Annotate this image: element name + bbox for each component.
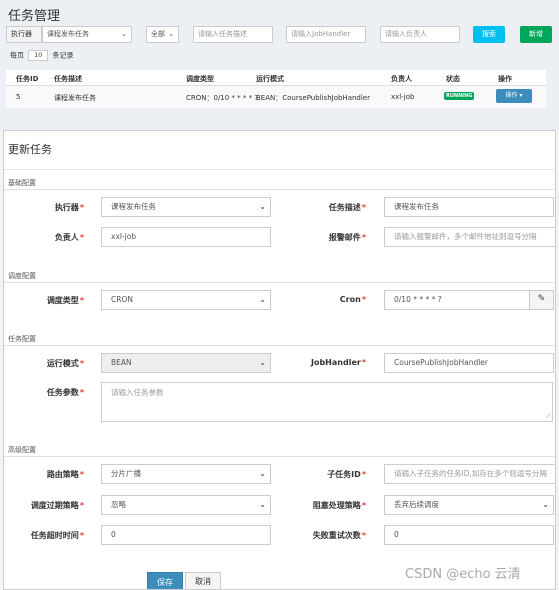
schedule-cell: CRON：0/10 * * * * ? [186, 94, 259, 102]
chevron-down-icon: ⌄ [259, 469, 266, 478]
owner-filter-input[interactable]: 请输入负责人 [380, 26, 460, 43]
per-page-prefix: 每页 [10, 51, 24, 60]
edit-icon[interactable]: ✎ [529, 291, 553, 309]
cron-label: Cron* [339, 295, 366, 304]
per-page-suffix: 条记录 [52, 51, 74, 60]
row-actions-button[interactable]: 操作 ▾ [496, 89, 532, 103]
status-filter-select[interactable]: 全部 ⌄ [146, 26, 179, 43]
filter-row: 执行器 课程发布任务 ⌄ 全部 ⌄ 请输入任务描述 请输入JobHandler 请输… [6, 26, 553, 44]
status-badge: RUNNING [444, 92, 475, 100]
divider [4, 345, 555, 346]
modal-title: 更新任务 [8, 143, 52, 156]
table-header-row: 任务ID 任务描述 调度类型 运行模式 负责人 状态 操作 [6, 70, 546, 86]
block-strategy-label: 阻塞处理策略* [312, 501, 366, 510]
chevron-down-icon: ⌄ [259, 202, 266, 211]
column-header: 调度类型 [186, 75, 214, 83]
retry-count-label: 失败重试次数* [312, 531, 366, 540]
column-header: 任务ID [16, 75, 39, 83]
task-id-cell: 5 [16, 93, 21, 101]
child-task-id-label: 子任务ID* [327, 470, 366, 479]
chevron-down-icon: ⌄ [121, 30, 127, 38]
child-task-id-input[interactable]: 请输入子任务的任务ID,如存在多个则逗号分隔 [384, 464, 555, 484]
chevron-down-icon: ⌄ [259, 358, 266, 367]
timeout-input[interactable]: 0 [101, 525, 271, 545]
owner-label: 负责人* [54, 233, 84, 242]
route-strategy-label: 路由策略* [46, 470, 84, 479]
run-mode-label: 运行模式* [46, 359, 84, 368]
add-task-button[interactable]: 新增 [520, 26, 552, 43]
divider [4, 282, 555, 283]
task-desc-filter-input[interactable]: 请输入任务描述 [193, 26, 273, 43]
divider [4, 189, 555, 190]
chevron-down-icon: ⌄ [542, 500, 549, 509]
column-header: 负责人 [391, 75, 412, 83]
misfire-strategy-label: 调度过期策略* [30, 501, 84, 510]
cancel-button[interactable]: 取消 [185, 572, 221, 589]
column-header: 任务描述 [54, 75, 82, 83]
jobhandler-filter-input[interactable]: 请输入JobHandler [286, 26, 366, 43]
section-schedule: 调度配置 [8, 272, 36, 280]
jobhandler-label: JobHandler* [310, 358, 366, 367]
schedule-type-label: 调度类型* [46, 296, 84, 305]
owner-input[interactable]: xxl-job [101, 227, 271, 247]
executor-filter-select[interactable]: 课程发布任务 ⌄ [42, 26, 132, 43]
task-desc-label: 任务描述* [328, 203, 366, 212]
section-advanced: 高级配置 [8, 446, 36, 454]
cron-input[interactable]: 0/10 * * * * ? ✎ [384, 290, 554, 310]
column-header: 状态 [446, 75, 460, 83]
owner-cell: xxl-job [391, 93, 415, 101]
divider [4, 456, 555, 457]
executor-filter-label: 执行器 [6, 26, 42, 43]
block-strategy-select[interactable]: 丢弃后续调度 ⌄ [384, 495, 554, 515]
section-basic: 基础配置 [8, 179, 36, 187]
task-desc-cell: 课程发布任务 [54, 94, 96, 102]
timeout-label: 任务超时时间* [30, 531, 84, 540]
run-mode-select[interactable]: BEAN ⌄ [101, 353, 271, 373]
alarm-email-input[interactable]: 请输入报警邮件，多个邮件地址则逗号分隔 [384, 227, 555, 247]
section-task: 任务配置 [8, 335, 36, 343]
misfire-strategy-select[interactable]: 忽略 ⌄ [101, 495, 271, 515]
task-desc-input[interactable]: 课程发布任务 [384, 197, 554, 217]
page-title: 任务管理 [8, 9, 61, 24]
executor-select[interactable]: 课程发布任务 ⌄ [101, 197, 271, 217]
chevron-down-icon: ⌄ [168, 30, 174, 38]
chevron-down-icon: ⌄ [259, 295, 266, 304]
resize-handle-icon[interactable]: ⟋ [546, 412, 551, 421]
per-page-control: 每页 10 条记录 [10, 50, 73, 61]
save-button[interactable]: 保存 [147, 572, 183, 589]
search-button[interactable]: 搜索 [473, 26, 505, 43]
background-page: 任务管理 执行器 课程发布任务 ⌄ 全部 ⌄ 请输入任务描述 请输入JobHandl… [0, 0, 559, 130]
schedule-type-select[interactable]: CRON ⌄ [101, 290, 271, 310]
jobhandler-input[interactable]: CoursePublishJobHandler [384, 353, 554, 373]
retry-count-input[interactable]: 0 [384, 525, 554, 545]
mode-cell: BEAN：CoursePublishJobHandler [256, 94, 370, 102]
column-header: 操作 [498, 75, 512, 83]
table-row: 5 课程发布任务 CRON：0/10 * * * * ? BEAN：Course… [6, 86, 546, 108]
task-param-label: 任务参数* [46, 388, 84, 397]
task-param-textarea[interactable]: 请输入任务参数 ⟋ [101, 382, 553, 422]
task-table: 任务ID 任务描述 调度类型 运行模式 负责人 状态 操作 5 课程发布任务 C… [6, 70, 546, 108]
update-task-modal: 更新任务 基础配置 执行器* 课程发布任务 ⌄ 任务描述* 课程发布任务 负责人*… [3, 130, 556, 590]
executor-label: 执行器* [54, 203, 84, 212]
route-strategy-select[interactable]: 分片广播 ⌄ [101, 464, 271, 484]
chevron-down-icon: ⌄ [259, 500, 266, 509]
watermark: CSDN @echo 云清 [405, 567, 521, 582]
divider [4, 169, 555, 170]
per-page-select[interactable]: 10 [28, 50, 49, 61]
column-header: 运行模式 [256, 75, 284, 83]
alarm-email-label: 报警邮件* [328, 233, 366, 242]
